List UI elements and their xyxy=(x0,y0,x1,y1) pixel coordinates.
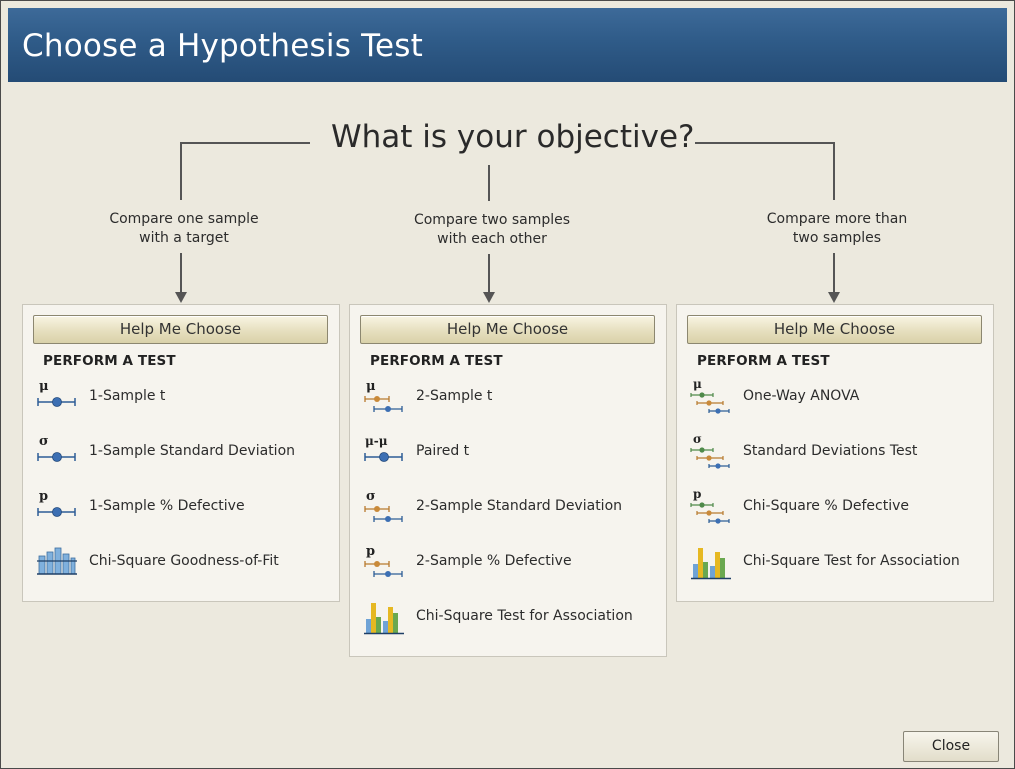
branch-line: Compare one sample xyxy=(109,211,259,227)
multi-stdev-icon: σ xyxy=(690,432,730,469)
association-bar-chart-icon xyxy=(364,603,404,635)
test-chi-square-goodness-of-fit[interactable]: Chi-Square Goodness-of-Fit xyxy=(35,542,330,582)
branch-line: two samples xyxy=(792,230,882,246)
test-paired-t[interactable]: μ-μ Paired t xyxy=(362,432,657,472)
svg-text:p: p xyxy=(39,489,48,504)
connector-left-horizontal xyxy=(180,142,310,144)
panel-two-samples: Help Me Choose PERFORM A TEST μ 2-Sample… xyxy=(349,304,667,657)
test-label: Paired t xyxy=(416,443,470,459)
panel-more-than-two: Help Me Choose PERFORM A TEST μ One-Way … xyxy=(676,304,994,602)
test-label: One-Way ANOVA xyxy=(743,388,860,404)
goodness-of-fit-chart-icon xyxy=(37,547,77,575)
test-label: Chi-Square % Defective xyxy=(743,498,909,514)
test-label: 2-Sample % Defective xyxy=(416,553,572,569)
test-one-way-anova[interactable]: μ One-Way ANOVA xyxy=(689,377,984,417)
perform-test-heading: PERFORM A TEST xyxy=(43,353,176,369)
test-chi-square-defective[interactable]: p Chi-Square % Defective xyxy=(689,487,984,527)
branch-more-than-two: Compare more than two samples xyxy=(727,210,947,248)
multi-proportion-icon: p xyxy=(690,487,730,524)
test-label: 1-Sample Standard Deviation xyxy=(89,443,296,459)
test-label: 2-Sample t xyxy=(416,388,493,404)
connector-right-vertical xyxy=(833,142,835,200)
help-me-choose-button[interactable]: Help Me Choose xyxy=(687,315,982,344)
arrow-right-shaft xyxy=(833,253,835,293)
test-label: Chi-Square Test for Association xyxy=(416,608,633,624)
anova-icon: μ xyxy=(690,377,730,414)
one-sample-proportion-icon: p xyxy=(37,489,76,517)
branch-one-sample: Compare one sample with a target xyxy=(74,210,294,248)
svg-text:μ: μ xyxy=(366,379,376,394)
arrow-left-shaft xyxy=(180,253,182,293)
connector-center-vertical xyxy=(488,165,490,201)
branch-line: Compare more than xyxy=(766,211,908,227)
test-label: 1-Sample % Defective xyxy=(89,498,245,514)
branch-line: with a target xyxy=(139,230,229,246)
panel-one-sample: Help Me Choose PERFORM A TEST μ 1-Sample… xyxy=(22,304,340,602)
perform-test-heading: PERFORM A TEST xyxy=(370,353,503,369)
test-label: 2-Sample Standard Deviation xyxy=(416,498,623,514)
two-sample-mean-icon: μ xyxy=(364,379,403,412)
two-sample-proportion-icon: p xyxy=(364,544,403,577)
branch-line: with each other xyxy=(437,231,547,247)
objective-heading: What is your objective? xyxy=(331,119,695,155)
svg-text:μ: μ xyxy=(39,379,49,394)
association-bar-chart-icon xyxy=(691,548,731,580)
svg-text:σ: σ xyxy=(39,434,49,449)
help-me-choose-button[interactable]: Help Me Choose xyxy=(360,315,655,344)
test-standard-deviations[interactable]: σ Standard Deviations Test xyxy=(689,432,984,472)
one-sample-mean-icon: μ xyxy=(37,379,76,407)
arrow-center-shaft xyxy=(488,254,490,293)
svg-text:σ: σ xyxy=(366,489,376,504)
test-1-sample-defective[interactable]: p 1-Sample % Defective xyxy=(35,487,330,527)
test-label: Standard Deviations Test xyxy=(743,443,918,459)
svg-text:p: p xyxy=(693,487,701,501)
connector-left-vertical xyxy=(180,142,182,200)
paired-difference-icon: μ-μ xyxy=(364,434,403,462)
svg-text:σ: σ xyxy=(693,432,702,446)
perform-test-heading: PERFORM A TEST xyxy=(697,353,830,369)
test-1-sample-t[interactable]: μ 1-Sample t xyxy=(35,377,330,417)
test-label: Chi-Square Goodness-of-Fit xyxy=(89,553,279,569)
title-bar: Choose a Hypothesis Test xyxy=(8,8,1007,82)
one-sample-stdev-icon: σ xyxy=(37,434,76,462)
test-2-sample-stdev[interactable]: σ 2-Sample Standard Deviation xyxy=(362,487,657,527)
svg-text:p: p xyxy=(366,544,375,559)
test-1-sample-stdev[interactable]: σ 1-Sample Standard Deviation xyxy=(35,432,330,472)
svg-text:μ-μ: μ-μ xyxy=(365,434,388,448)
close-button[interactable]: Close xyxy=(903,731,999,762)
dialog-title: Choose a Hypothesis Test xyxy=(22,28,423,64)
test-chi-square-association[interactable]: Chi-Square Test for Association xyxy=(689,542,984,582)
arrow-center-head xyxy=(483,292,495,303)
test-label: 1-Sample t xyxy=(89,388,166,404)
hypothesis-test-dialog: Choose a Hypothesis Test What is your ob… xyxy=(0,0,1015,769)
svg-text:μ: μ xyxy=(693,377,702,391)
arrow-right-head xyxy=(828,292,840,303)
connector-right-horizontal xyxy=(695,142,835,144)
arrow-left-head xyxy=(175,292,187,303)
two-sample-stdev-icon: σ xyxy=(364,489,403,522)
branch-two-samples: Compare two samples with each other xyxy=(382,211,602,249)
branch-line: Compare two samples xyxy=(413,212,571,228)
test-chi-square-association[interactable]: Chi-Square Test for Association xyxy=(362,597,657,637)
test-2-sample-defective[interactable]: p 2-Sample % Defective xyxy=(362,542,657,582)
help-me-choose-button[interactable]: Help Me Choose xyxy=(33,315,328,344)
test-2-sample-t[interactable]: μ 2-Sample t xyxy=(362,377,657,417)
test-label: Chi-Square Test for Association xyxy=(743,553,960,569)
